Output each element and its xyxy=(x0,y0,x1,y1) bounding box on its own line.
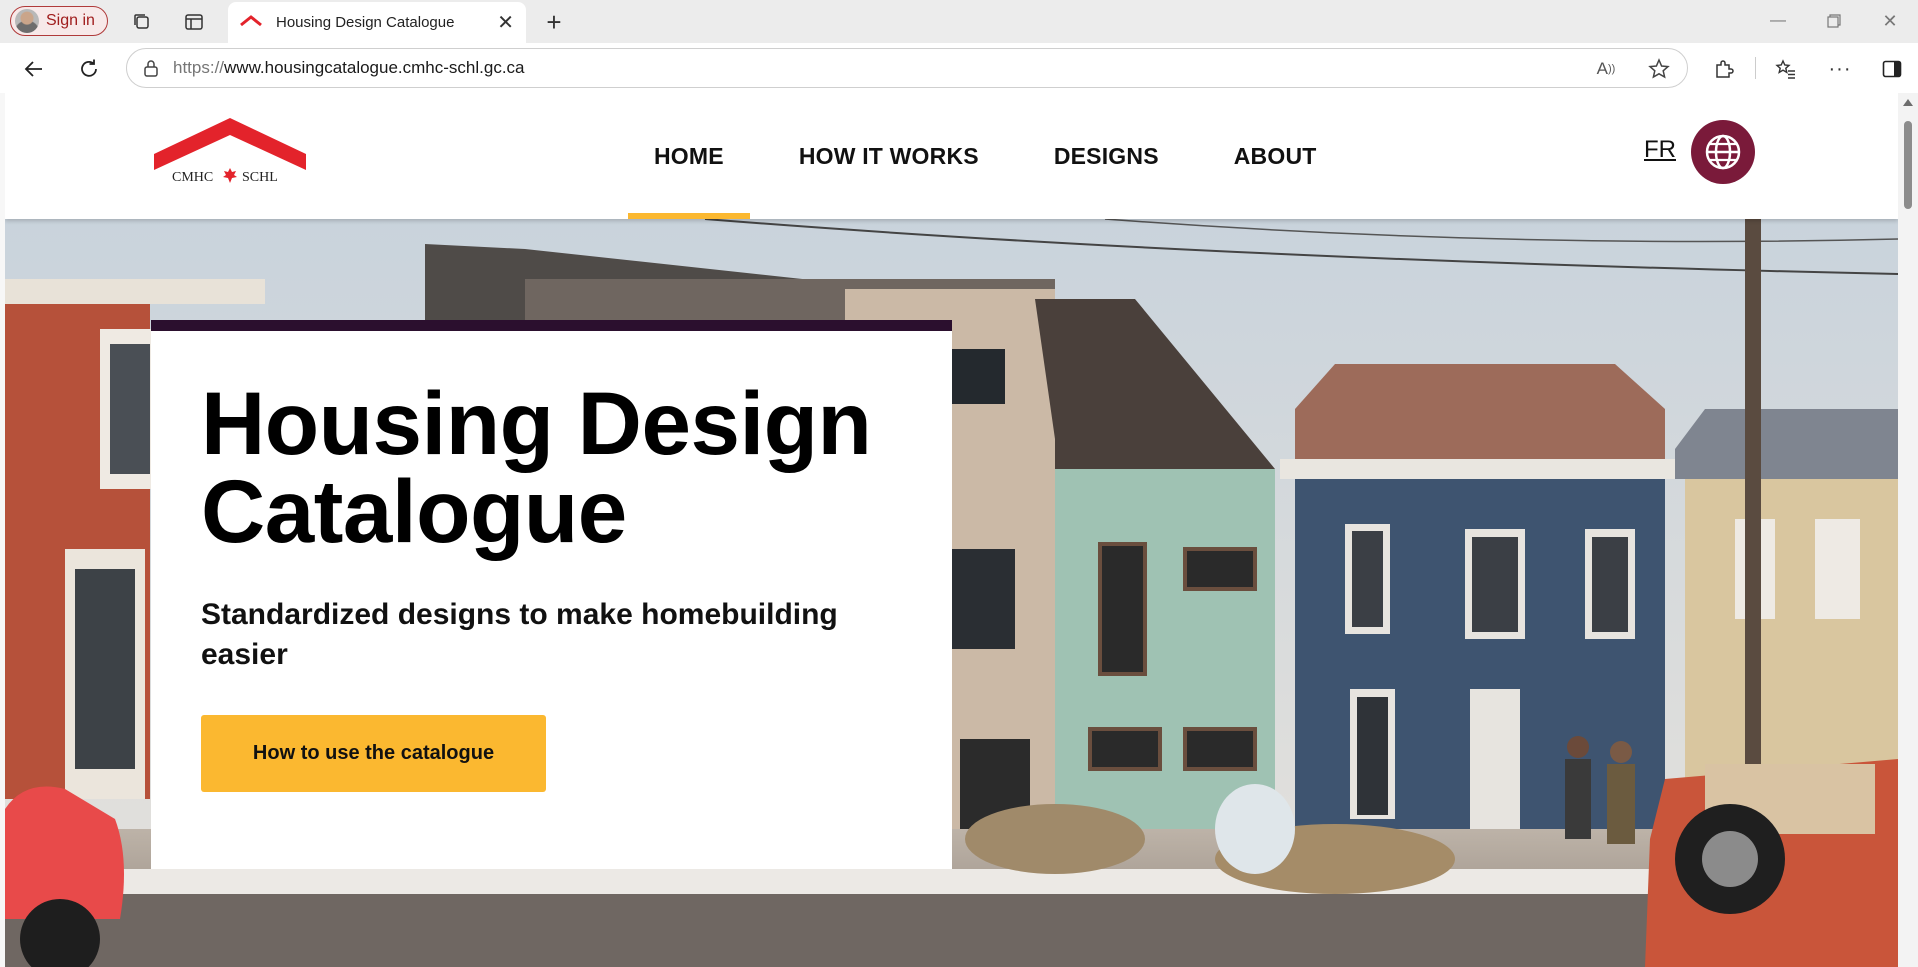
scrollbar-thumb[interactable] xyxy=(1904,121,1912,209)
hero-card: Housing Design Catalogue Standardized de… xyxy=(151,320,952,869)
extensions-icon[interactable] xyxy=(1708,53,1740,85)
hero-section: Housing Design Catalogue Standardized de… xyxy=(5,219,1898,967)
browser-toolbar: https:// www.housingcatalogue.cmhc-schl.… xyxy=(0,43,1918,93)
plus-icon[interactable]: + xyxy=(538,6,570,38)
svg-text:CMHC: CMHC xyxy=(172,170,213,185)
cmhc-logo[interactable]: CMHC SCHL xyxy=(150,118,310,188)
address-bar[interactable]: https:// www.housingcatalogue.cmhc-schl.… xyxy=(126,48,1688,88)
scroll-up-icon[interactable] xyxy=(1903,99,1913,106)
hero-subtitle: Standardized designs to make homebuildin… xyxy=(201,598,838,671)
favorite-star-icon[interactable] xyxy=(1643,53,1675,85)
refresh-icon[interactable] xyxy=(73,53,105,85)
main-nav: HOME HOW IT WORKS DESIGNS ABOUT xyxy=(628,93,1366,219)
minimize-icon[interactable]: — xyxy=(1758,6,1798,36)
sidebar-tab-icon[interactable] xyxy=(180,8,208,36)
svg-text:SCHL: SCHL xyxy=(242,170,278,185)
more-icon[interactable]: ··· xyxy=(1824,53,1856,85)
page-scrollbar[interactable] xyxy=(1898,93,1918,967)
read-aloud-icon[interactable]: A)) xyxy=(1590,53,1622,85)
globe-icon[interactable] xyxy=(1691,120,1755,184)
sign-in-label: Sign in xyxy=(46,12,95,29)
close-icon[interactable]: ✕ xyxy=(497,10,514,35)
restore-icon[interactable] xyxy=(1814,6,1854,36)
window-close-icon[interactable]: ✕ xyxy=(1870,6,1910,36)
active-tab[interactable]: Housing Design Catalogue ✕ xyxy=(228,2,526,43)
tab-title: Housing Design Catalogue xyxy=(276,14,455,31)
collections-icon[interactable] xyxy=(128,8,156,36)
browser-tab-bar: Sign in Housing Design Catalogue ✕ + — ✕ xyxy=(0,0,1918,43)
back-arrow-icon[interactable] xyxy=(18,53,50,85)
lock-icon[interactable] xyxy=(143,59,159,77)
site-header: CMHC SCHL HOME HOW IT WORKS DESIGNS ABOU… xyxy=(5,93,1898,219)
url-host: www.housingcatalogue.cmhc-schl.gc.ca xyxy=(224,58,525,77)
language-toggle-link[interactable]: FR xyxy=(1644,136,1676,164)
sidebar-toggle-icon[interactable] xyxy=(1876,53,1908,85)
nav-about[interactable]: ABOUT xyxy=(1208,93,1343,219)
url-protocol: https:// xyxy=(173,58,225,77)
hero-title: Housing Design Catalogue xyxy=(201,373,872,561)
toolbar-divider xyxy=(1755,57,1756,79)
cmhc-tab-icon xyxy=(240,14,262,32)
nav-home[interactable]: HOME xyxy=(628,93,750,219)
nav-designs[interactable]: DESIGNS xyxy=(1028,93,1185,219)
profile-avatar xyxy=(15,9,39,33)
page-viewport: CMHC SCHL HOME HOW IT WORKS DESIGNS ABOU… xyxy=(5,93,1898,967)
nav-how-it-works[interactable]: HOW IT WORKS xyxy=(773,93,1005,219)
sign-in-button[interactable]: Sign in xyxy=(10,6,108,36)
favorites-list-icon[interactable] xyxy=(1770,53,1802,85)
how-to-use-button[interactable]: How to use the catalogue xyxy=(201,715,546,792)
